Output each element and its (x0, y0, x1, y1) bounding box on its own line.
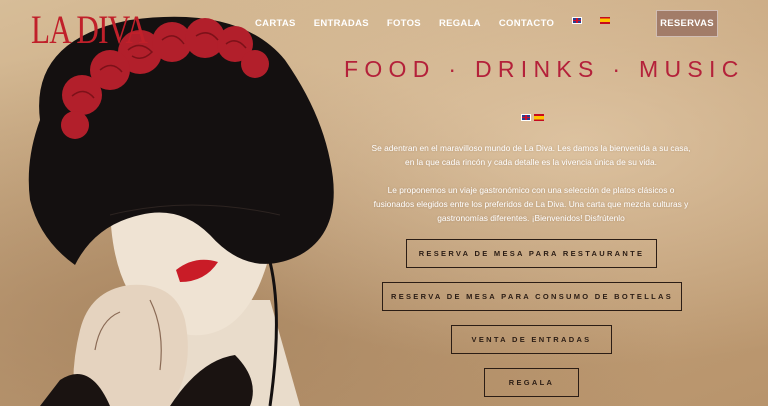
spanish-flag-icon[interactable] (534, 114, 544, 121)
intro-paragraph-welcome: Se adentran en el maravilloso mundo de L… (371, 143, 691, 167)
main-navigation: CARTAS ENTRADAS FOTOS REGALA CONTACTO (255, 17, 611, 29)
brand-logo[interactable]: LA DIVA (31, 6, 148, 53)
hero-tagline: FOOD · DRINKS · MUSIC (344, 56, 745, 82)
language-switcher (521, 114, 544, 121)
ticket-sales-button[interactable]: VENTA DE ENTRADAS (451, 325, 612, 354)
restaurant-reservation-button[interactable]: RESERVA DE MESA PARA RESTAURANTE (406, 239, 657, 268)
nav-item-fotos[interactable]: FOTOS (387, 18, 421, 29)
gift-button[interactable]: REGALA (484, 368, 579, 397)
english-flag-icon[interactable] (521, 114, 531, 121)
nav-item-contacto[interactable]: CONTACTO (499, 18, 554, 29)
reservas-button[interactable]: RESERVAS (656, 10, 718, 37)
nav-item-cartas[interactable]: CARTAS (255, 18, 296, 29)
bottle-reservation-button[interactable]: RESERVA DE MESA PARA CONSUMO DE BOTELLAS (382, 282, 682, 311)
spanish-flag-icon[interactable] (600, 17, 611, 24)
intro-paragraph-gastronomy: Le proponemos un viaje gastronómico con … (373, 185, 689, 223)
nav-item-regala[interactable]: REGALA (439, 18, 481, 29)
english-flag-icon[interactable] (572, 17, 583, 24)
diva-illustration (28, 16, 334, 406)
nav-item-entradas[interactable]: ENTRADAS (314, 18, 369, 29)
